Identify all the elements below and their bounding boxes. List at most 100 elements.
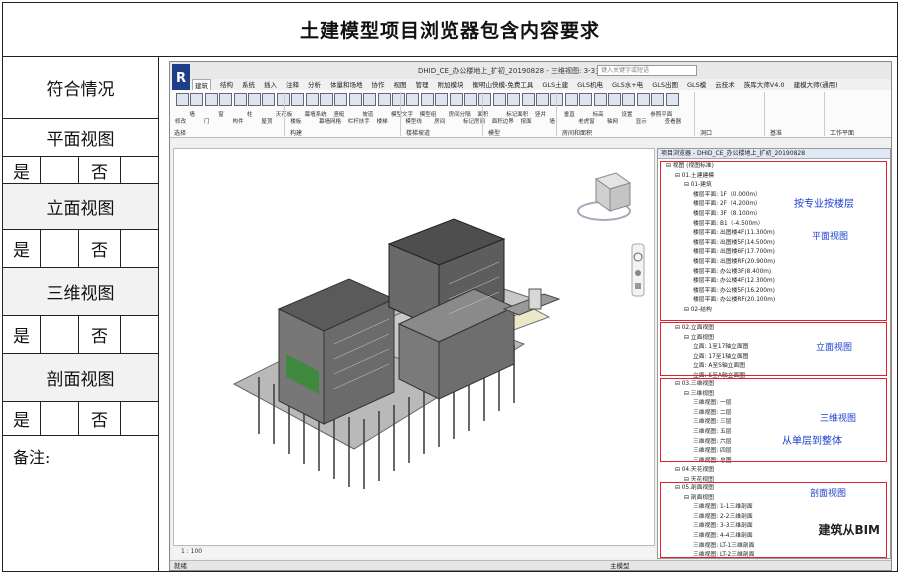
ribbon-button-icon[interactable]	[348, 93, 362, 106]
ribbon-tab[interactable]: GLS水+电	[612, 79, 643, 90]
ribbon-tab[interactable]: GLS出图	[652, 79, 678, 90]
view-scale[interactable]: 1 : 100	[181, 548, 202, 555]
ribbon-button-label[interactable]: 设置	[621, 110, 632, 118]
ribbon-tab[interactable]: 视图	[394, 79, 407, 90]
ribbon-button-icon[interactable]	[219, 93, 233, 106]
ribbon-button-label[interactable]: 竖井	[535, 110, 546, 118]
section-no-checkbox[interactable]	[121, 402, 158, 435]
ribbon-button-icon[interactable]	[608, 93, 621, 106]
navigation-bar[interactable]	[631, 243, 645, 297]
ribbon-button-label[interactable]: 窗	[218, 110, 224, 118]
ribbon-tab[interactable]: 附加模块	[438, 79, 464, 90]
ribbon-button-icon[interactable]	[449, 93, 463, 106]
ribbon-button-icon[interactable]	[536, 93, 549, 106]
ribbon-tab[interactable]: 分析	[308, 79, 321, 90]
ribbon-button-icon[interactable]	[478, 93, 492, 106]
ribbon-button-icon[interactable]	[233, 93, 247, 106]
elevation-no-checkbox[interactable]	[121, 230, 158, 267]
ribbon-tab[interactable]: 族库大师V4.0	[744, 79, 785, 90]
3d-yes-checkbox[interactable]	[41, 316, 79, 353]
ribbon-tab[interactable]: GLS模	[687, 79, 706, 90]
ribbon-button-label[interactable]: 垂直	[564, 110, 575, 118]
ribbon-button-label[interactable]: 楼板	[290, 117, 301, 125]
ribbon-button-label[interactable]: 修改	[175, 117, 186, 125]
ribbon-button-icon[interactable]	[622, 93, 636, 106]
status-model[interactable]: 主模型	[610, 561, 630, 570]
ribbon-button-icon[interactable]	[190, 93, 204, 106]
ribbon-tab[interactable]: 插入	[264, 79, 277, 90]
ribbon-tab[interactable]: 管理	[416, 79, 429, 90]
ribbon-button-label[interactable]: 墙	[549, 117, 555, 125]
ribbon-button-icon[interactable]	[593, 93, 607, 106]
ribbon-tab[interactable]: 系统	[242, 79, 255, 90]
browser-tree-item[interactable]: ⊟ 04.天花视图	[675, 467, 714, 474]
ribbon-button-icon[interactable]	[176, 93, 189, 106]
ribbon-button-icon[interactable]	[651, 93, 665, 106]
ribbon-button-icon[interactable]	[377, 93, 391, 106]
revit-logo-icon[interactable]: R	[172, 64, 190, 92]
ribbon-button-label[interactable]: 栏杆扶手	[348, 117, 370, 125]
3d-view-canvas[interactable]	[173, 148, 655, 546]
ribbon-button-icon[interactable]	[334, 93, 348, 106]
ribbon-tab[interactable]: 建筑	[192, 79, 211, 90]
ribbon-button-label[interactable]: 标高	[593, 110, 604, 118]
ribbon-tab[interactable]: GLS土建	[542, 79, 568, 90]
3d-yes: 是	[3, 316, 41, 353]
ribbon-tab[interactable]: 建模大师(通用)	[794, 79, 838, 90]
ribbon-button-icon[interactable]	[464, 93, 477, 106]
ribbon-tab[interactable]: 体量和场地	[330, 79, 363, 90]
ribbon-button-label[interactable]: 屋顶	[261, 117, 272, 125]
ribbon-button-icon[interactable]	[665, 93, 679, 106]
ribbon-button-icon[interactable]	[420, 93, 434, 106]
ribbon-button-icon[interactable]	[636, 93, 650, 106]
ribbon-button-icon[interactable]	[507, 93, 521, 106]
plan-no-checkbox[interactable]	[121, 157, 158, 183]
ribbon-button-label[interactable]: 竖梃	[333, 110, 344, 118]
ribbon-button-label[interactable]: 显示	[636, 117, 647, 125]
ribbon-button-icon[interactable]	[492, 93, 506, 106]
ribbon-button-label[interactable]: 老虎窗	[578, 117, 595, 125]
ribbon-tab[interactable]: GLS机电	[577, 79, 603, 90]
ribbon-button-label[interactable]: 按面	[521, 117, 532, 125]
ribbon-button-label[interactable]: 房间	[434, 117, 445, 125]
section-yes-checkbox[interactable]	[41, 402, 79, 435]
3d-no-checkbox[interactable]	[121, 316, 158, 353]
ribbon-button-label[interactable]: 轴网	[607, 117, 618, 125]
section-section-label: 剖面视图	[3, 354, 158, 402]
ribbon-button-label[interactable]: 楼梯	[377, 117, 388, 125]
ribbon-button-icon[interactable]	[406, 93, 420, 106]
viewcube-icon[interactable]	[577, 172, 632, 221]
annotation-plan: 平面视图	[812, 232, 849, 242]
ribbon-button-label[interactable]: 面积边界	[492, 117, 514, 125]
3d-no: 否	[79, 316, 121, 353]
ribbon-button-icon[interactable]	[521, 93, 535, 106]
ribbon-button-icon[interactable]	[248, 93, 261, 106]
ribbon-button-label[interactable]: 门	[204, 117, 210, 125]
ribbon-button-label[interactable]: 幕墙网格	[319, 117, 341, 125]
search-input[interactable]: 键入关键字或短语	[597, 65, 697, 76]
ribbon-button-label[interactable]: 坡道	[362, 110, 373, 118]
ribbon-button-label[interactable]: 构件	[233, 117, 244, 125]
ribbon-button-icon[interactable]	[579, 93, 593, 106]
ribbon-tab[interactable]: 衡明山快模-免费工具	[473, 79, 534, 90]
ribbon-tab[interactable]: 注释	[286, 79, 299, 90]
ribbon-button-label[interactable]: 墙	[189, 110, 195, 118]
ribbon-button-label[interactable]: 柱	[247, 110, 253, 118]
ribbon-button-icon[interactable]	[363, 93, 377, 106]
ribbon-button-icon[interactable]	[305, 93, 319, 106]
ribbon-button-icon[interactable]	[320, 93, 333, 106]
ribbon-button-icon[interactable]	[564, 93, 578, 106]
ribbon-button-icon[interactable]	[291, 93, 305, 106]
elevation-yes-checkbox[interactable]	[41, 230, 79, 267]
ribbon-button-icon[interactable]	[435, 93, 449, 106]
ribbon-button-label[interactable]: 模型线	[405, 117, 422, 125]
ribbon-button-icon[interactable]	[392, 93, 405, 106]
ribbon-tab[interactable]: 结构	[220, 79, 233, 90]
ribbon-button-icon[interactable]	[204, 93, 218, 106]
plan-yes-checkbox[interactable]	[41, 157, 79, 183]
ribbon-tab[interactable]: 云技术	[715, 79, 735, 90]
ribbon-button-label[interactable]: 查看器	[665, 117, 682, 125]
ribbon-tab[interactable]: 协作	[372, 79, 385, 90]
ribbon-button-icon[interactable]	[262, 93, 276, 106]
view-control-bar[interactable]: 1 : 100	[173, 548, 655, 558]
